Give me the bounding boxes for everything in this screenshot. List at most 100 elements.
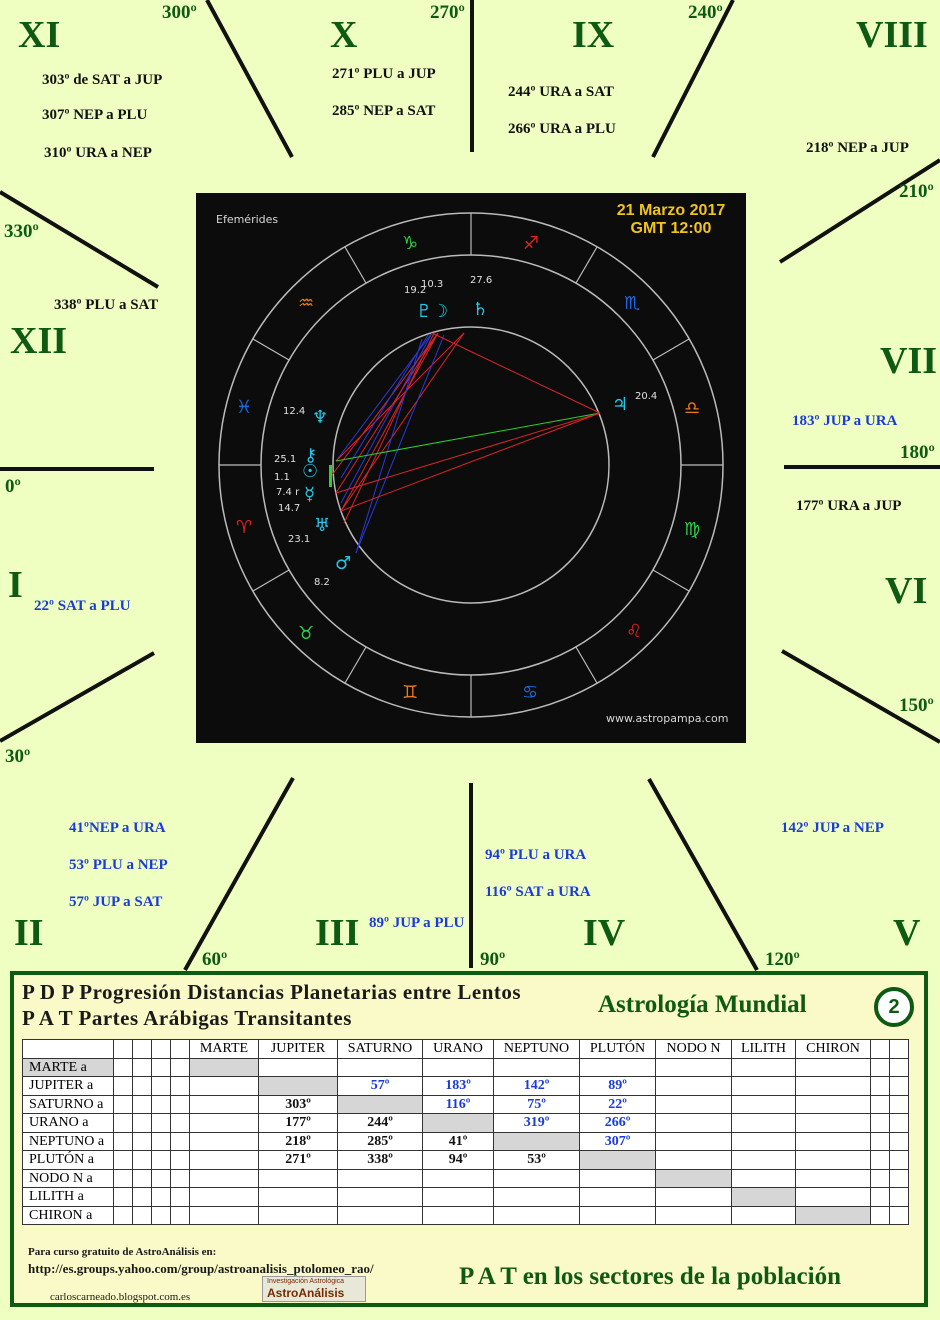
value-cell: 338º [337,1150,423,1170]
chart-time: GMT 12:00 [630,220,712,237]
value-cell [731,1113,796,1133]
value-cell [579,1168,656,1188]
value-cell [655,1131,732,1151]
note-89-jup-plu: 89º JUP a PLU [369,915,465,931]
blank-cell [132,1150,152,1170]
value-cell [795,1150,871,1170]
value-cell [189,1150,259,1170]
value-cell: 218º [258,1131,338,1151]
value-cell [731,1131,796,1151]
footer-blog-link[interactable]: carloscarneado.blogspot.com.es [50,1291,190,1303]
value-cell [337,1094,423,1114]
value-cell [795,1187,871,1207]
blank-cell [151,1168,171,1188]
blank-cell [170,1113,190,1133]
value-cell [337,1205,423,1225]
value-cell [189,1205,259,1225]
blank-cell [870,1057,890,1077]
aries-icon: ♈ [236,517,253,538]
cusp-line-210 [778,158,940,264]
note-271-plu-jup: 271º PLU a JUP [332,66,436,82]
row-label: CHIRON a [22,1205,114,1225]
table-row: PLUTÓN a 271º 338º 94º 53º [22,1150,909,1170]
value-cell [655,1187,732,1207]
value-cell [795,1076,871,1096]
value-cell [493,1057,580,1077]
value-cell [258,1187,338,1207]
degree-120: 120º [765,949,800,970]
column-header: LILITH [731,1039,796,1059]
blank-cell [889,1094,909,1114]
blank-cell [132,1131,152,1151]
brand-title: Astrología Mundial [598,991,807,1018]
blank-cell [889,1150,909,1170]
value-cell [258,1168,338,1188]
cusp-line-300 [205,0,294,158]
astroanalisis-logo: Investigación Astrológica AstroAnálisis [262,1276,366,1302]
house-v-label: V [893,912,921,954]
value-cell: 183º [422,1076,494,1096]
blank-cell [870,1168,890,1188]
blank-cell [132,1168,152,1188]
value-cell [795,1168,871,1188]
house-x-label: X [330,14,358,56]
value-cell [795,1057,871,1077]
value-cell [258,1076,338,1096]
blank-cell [170,1187,190,1207]
degree-300: 300º [162,2,197,23]
value-cell [795,1113,871,1133]
mercury-position: 7.4 r [276,487,300,498]
row-label: LILITH a [22,1187,114,1207]
table-row: SATURNO a 303º 116º 75º 22º [22,1094,909,1114]
value-cell [189,1076,259,1096]
sign-dividers [219,213,723,717]
logo-subtitle: Investigación Astrológica [267,1278,345,1285]
chiron-position: 25.1 [274,454,297,465]
value-cell: 177º [258,1113,338,1133]
value-cell [655,1076,732,1096]
row-label: URANO a [22,1113,114,1133]
blank-cell [151,1150,171,1170]
value-cell [655,1113,732,1133]
value-cell [731,1168,796,1188]
value-cell: 75º [493,1094,580,1114]
table-row: JUPITER a 57º 183º 142º 89º [22,1076,909,1096]
header-corner-cell [22,1039,114,1059]
value-cell [258,1205,338,1225]
blank-cell [170,1205,190,1225]
blank-cell [113,1094,133,1114]
inner-ring [260,254,682,676]
value-cell [189,1057,259,1077]
blank-cell [889,1205,909,1225]
column-header: PLUTÓN [579,1039,656,1059]
value-cell [579,1150,656,1170]
gemini-icon: ♊ [402,682,419,703]
note-307-nep-plu: 307º NEP a PLU [42,107,148,123]
mars-icon: ♂ [335,553,352,574]
value-cell [422,1113,494,1133]
sun-icon: ☉ [302,461,319,482]
house-i-label: I [8,564,23,606]
blank-cell [151,1076,171,1096]
row-label: NODO N a [22,1168,114,1188]
note-142-jup-nep: 142º JUP a NEP [781,820,884,836]
mars-position-label: 23.1 [288,534,311,545]
value-cell [422,1057,494,1077]
aspect-circle [332,326,610,604]
blank-cell [113,1113,133,1133]
note-41-nep-ura: 41ºNEP a URA [69,820,166,836]
blank-cell [870,1094,890,1114]
distance-table-body: MARTE JUPITER SATURNO URANO NEPTUNO PLUTÓN NOD… [22,1039,909,1225]
panel-title-pat: P A T Partes Arábigas Transitantes [22,1006,352,1030]
note-22-sat-plu: 22º SAT a PLU [34,598,131,614]
value-cell [731,1057,796,1077]
note-310-ura-nep: 310º URA a NEP [44,145,152,161]
blank-cell [889,1187,909,1207]
table-row: URANO a 177º 244º 319º 266º [22,1113,909,1133]
distance-table: MARTE JUPITER SATURNO URANO NEPTUNO PLUTÓN NOD… [22,1039,909,1225]
degree-210: 210º [899,181,934,202]
value-cell: 285º [337,1131,423,1151]
table-row: CHIRON a [22,1205,909,1225]
value-cell: 94º [422,1150,494,1170]
footer-group-link[interactable]: http://es.groups.yahoo.com/group/astroan… [28,1261,374,1277]
